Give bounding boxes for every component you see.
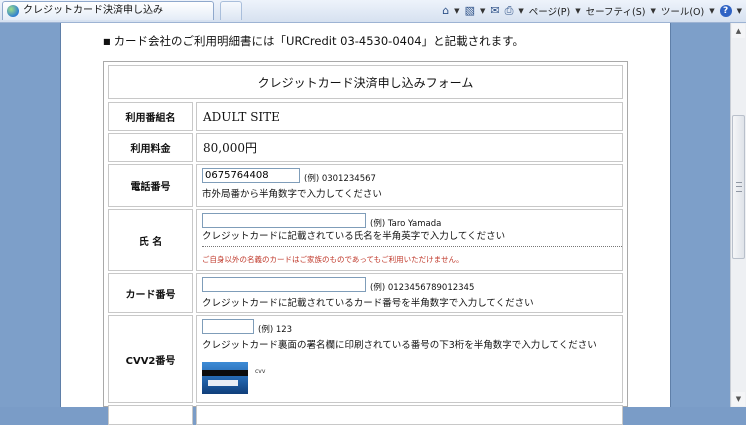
browser-toolbar: クレジットカード決済申し込み ⌂ ▼ ▧ ▼ ✉ ⎙ ▼ ページ(P) ▼ セーフティ(… xyxy=(0,0,746,23)
form-title: クレジットカード決済申し込みフォーム xyxy=(108,65,623,99)
command-bar: ⌂ ▼ ▧ ▼ ✉ ⎙ ▼ ページ(P) ▼ セーフティ(S) ▼ ツール(O) ▼ ? ▼ xyxy=(442,0,742,22)
name-label: 氏 名 xyxy=(108,209,193,271)
card-number-cell: (例) 0123456789012345 クレジットカードに記載されているカード… xyxy=(196,273,623,313)
signature-strip xyxy=(208,380,238,386)
phone-label: 電話番号 xyxy=(108,164,193,207)
home-dropdown-icon[interactable]: ▼ xyxy=(454,7,459,15)
feeds-icon[interactable]: ▧ xyxy=(465,5,475,17)
browser-tab[interactable]: クレジットカード決済申し込み xyxy=(2,1,214,20)
card-number-label: カード番号 xyxy=(108,273,193,313)
grip-icon xyxy=(736,182,742,192)
ie-page-icon xyxy=(7,5,19,17)
vertical-scrollbar[interactable]: ▲ ▼ xyxy=(730,23,746,407)
phone-cell: 0675764408 (例) 0301234567 市外局番から半角数字で入力し… xyxy=(196,164,623,207)
site-label: 利用番組名 xyxy=(108,102,193,131)
fee-label: 利用料金 xyxy=(108,133,193,162)
dotted-divider xyxy=(202,246,622,247)
name-warning: ご自身以外の名義のカードはご家族のものであってもご利用いただけません。 xyxy=(202,255,464,264)
scroll-up-icon[interactable]: ▲ xyxy=(732,24,745,38)
new-tab-button[interactable] xyxy=(220,1,242,20)
chevron-down-icon: ▼ xyxy=(575,7,581,15)
scrollbar-thumb[interactable] xyxy=(732,115,745,259)
name-cell: (例) Taro Yamada クレジットカードに記載されている氏名を半角英字で… xyxy=(196,209,623,271)
next-row-cell xyxy=(196,405,623,425)
cvv-hint: クレジットカード裏面の署名欄に印刷されている番号の下3桁を半角数字で入力してくだ… xyxy=(202,340,597,351)
print-dropdown-icon[interactable]: ▼ xyxy=(518,7,523,15)
scroll-down-icon[interactable]: ▼ xyxy=(732,392,745,406)
help-icon[interactable]: ? xyxy=(719,5,732,17)
page-menu[interactable]: ページ(P) xyxy=(529,4,570,18)
cvv-example: (例) 123 xyxy=(258,325,293,335)
tab-title: クレジットカード決済申し込み xyxy=(23,5,163,16)
phone-example: (例) 0301234567 xyxy=(304,174,376,184)
card-back-image xyxy=(202,362,248,394)
chevron-down-icon: ▼ xyxy=(709,7,715,15)
magnetic-stripe xyxy=(202,370,248,376)
safety-menu[interactable]: セーフティ(S) xyxy=(586,4,646,18)
chevron-down-icon: ▼ xyxy=(650,7,656,15)
bullet-icon: ■ xyxy=(103,37,111,46)
name-hint: クレジットカードに記載されている氏名を半角英字で入力してください xyxy=(202,231,506,242)
card-number-example: (例) 0123456789012345 xyxy=(370,283,475,293)
card-number-hint: クレジットカードに記載されているカード番号を半角数字で入力してください xyxy=(202,298,534,309)
home-icon[interactable]: ⌂ xyxy=(442,5,449,17)
phone-hint: 市外局番から半角数字で入力してください xyxy=(202,189,382,200)
cvv-cell: (例) 123 クレジットカード裏面の署名欄に印刷されている番号の下3桁を半角数… xyxy=(196,315,623,403)
fee-value: 80,000円 xyxy=(196,133,623,162)
cvv-label: CVV2番号 xyxy=(108,315,193,403)
feeds-dropdown-icon[interactable]: ▼ xyxy=(480,7,485,15)
site-value: ADULT SITE xyxy=(196,102,623,131)
card-number-input[interactable] xyxy=(202,277,366,292)
billing-notice: ■ カード会社のご利用明細書には「URCredit 03-4530-0404」と記… xyxy=(103,33,524,49)
next-row-label xyxy=(108,405,193,425)
phone-input[interactable]: 0675764408 xyxy=(202,168,300,183)
name-input[interactable] xyxy=(202,213,366,228)
billing-notice-text: カード会社のご利用明細書には「URCredit 03-4530-0404」と記載… xyxy=(113,34,524,48)
payment-form: クレジットカード決済申し込みフォーム 利用番組名 ADULT SITE 利用料金… xyxy=(103,61,628,425)
help-dropdown-icon[interactable]: ▼ xyxy=(737,7,742,15)
print-icon[interactable]: ⎙ xyxy=(505,5,514,17)
card-cvv-caption: cvv xyxy=(255,368,266,375)
tools-menu[interactable]: ツール(O) xyxy=(661,4,704,18)
mail-icon[interactable]: ✉ xyxy=(490,5,499,17)
cvv-input[interactable] xyxy=(202,319,254,334)
